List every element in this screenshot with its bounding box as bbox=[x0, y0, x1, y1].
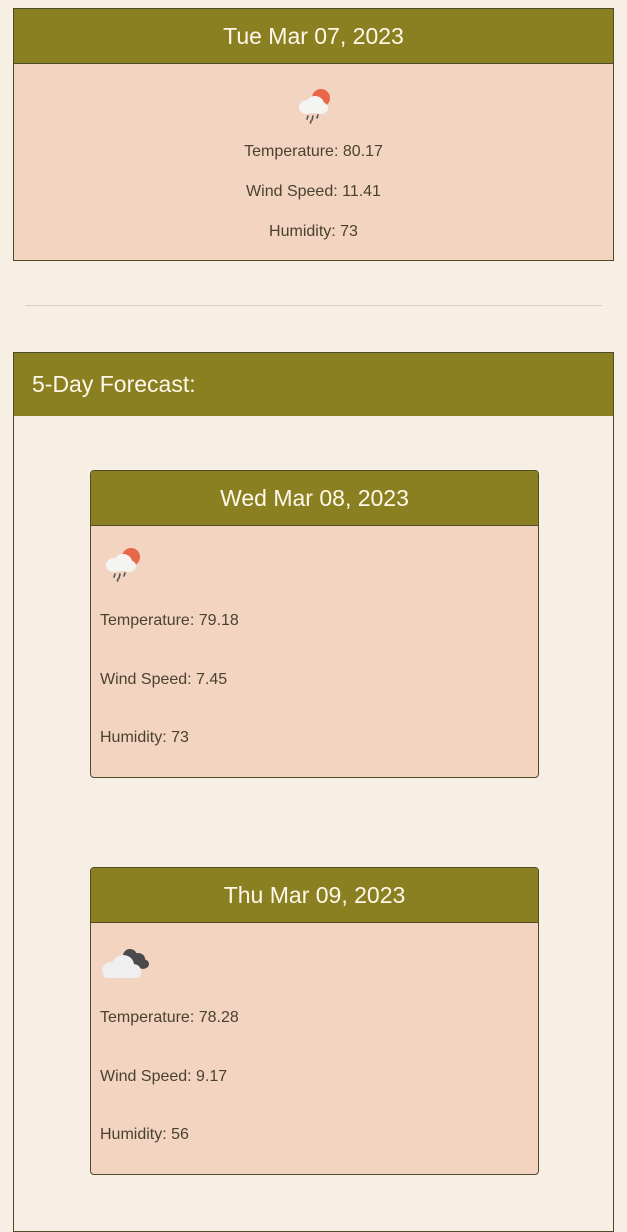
current-temperature: Temperature: 80.17 bbox=[244, 143, 383, 160]
forecast-day-wind-speed: Wind Speed: 7.45 bbox=[100, 671, 228, 688]
section-divider bbox=[25, 305, 602, 306]
forecast-day-temperature: Temperature: 79.18 bbox=[100, 612, 239, 629]
forecast-section: 5-Day Forecast: Wed Mar 08, 2023 Tempera… bbox=[13, 352, 614, 1232]
forecast-day-temperature: Temperature: 78.28 bbox=[100, 1009, 239, 1026]
rain-sun-icon bbox=[295, 87, 333, 125]
forecast-day-date: Thu Mar 09, 2023 bbox=[91, 868, 538, 923]
current-weather-card: Tue Mar 07, 2023 Temperature: 80.17 Wind… bbox=[13, 8, 614, 261]
rain-sun-icon bbox=[101, 544, 151, 588]
current-wind-speed: Wind Speed: 11.41 bbox=[246, 183, 381, 200]
forecast-day-date: Wed Mar 08, 2023 bbox=[91, 471, 538, 526]
forecast-title: 5-Day Forecast: bbox=[14, 353, 613, 416]
current-humidity: Humidity: 73 bbox=[269, 223, 358, 240]
cloudy-icon bbox=[101, 941, 151, 985]
forecast-day-humidity: Humidity: 73 bbox=[100, 729, 189, 746]
forecast-day-humidity: Humidity: 56 bbox=[100, 1126, 189, 1143]
current-date: Tue Mar 07, 2023 bbox=[14, 9, 613, 64]
forecast-day-card: Thu Mar 09, 2023 Temperature: 78.28 Wind… bbox=[90, 867, 539, 1175]
forecast-day-card: Wed Mar 08, 2023 Temperature: 79.18 Wind… bbox=[90, 470, 539, 778]
forecast-day-wind-speed: Wind Speed: 9.17 bbox=[100, 1068, 228, 1085]
